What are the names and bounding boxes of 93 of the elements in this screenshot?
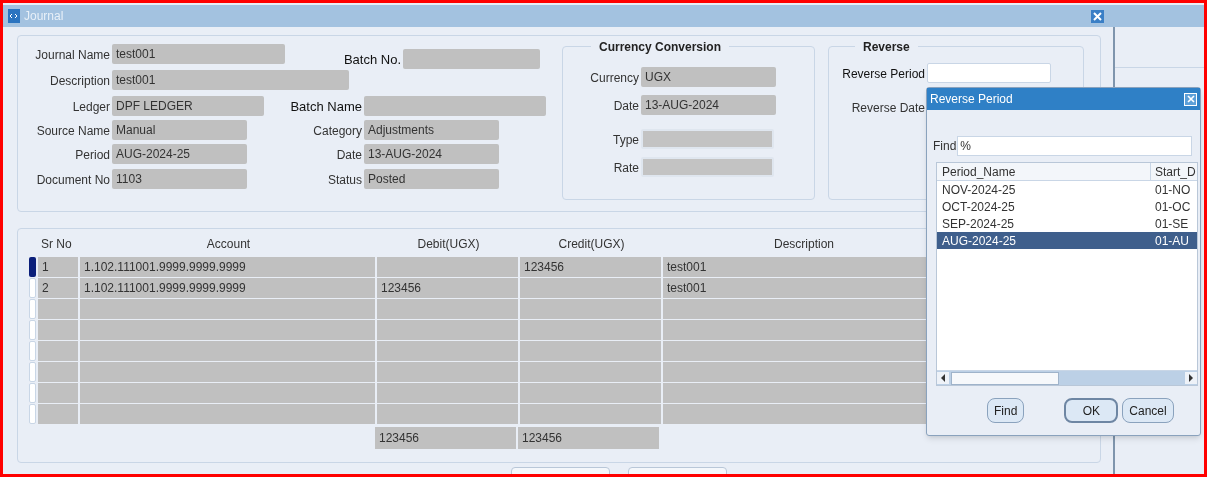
column-header: Debit(UGX) (417, 236, 480, 253)
text-field[interactable]: 13-AUG-2024 (364, 144, 499, 164)
close-button[interactable] (1091, 9, 1104, 23)
list-row[interactable]: SEP-2024-25 01-SE (937, 215, 1197, 232)
list-row[interactable]: AUG-2024-25 01-AU (937, 232, 1197, 249)
table-cell[interactable] (38, 341, 78, 361)
column-header: Description (774, 236, 834, 253)
table-cell[interactable] (80, 320, 375, 340)
scroll-right-icon[interactable] (1185, 372, 1197, 384)
text-field[interactable]: Manual (112, 120, 247, 140)
close-icon (1186, 95, 1195, 103)
scroll-left-icon[interactable] (937, 372, 949, 384)
list-row[interactable]: OCT-2024-25 01-OC (937, 198, 1197, 215)
field-label: Journal Name (35, 47, 110, 64)
column-header: Account (206, 236, 251, 253)
field-label: Source Name (36, 123, 110, 140)
table-cell[interactable] (38, 320, 78, 340)
scroll-thumb[interactable] (951, 371, 1059, 385)
text-field[interactable]: Posted (364, 169, 499, 189)
table-cell[interactable] (520, 341, 661, 361)
table-cell[interactable] (377, 383, 518, 403)
field-label: Period (75, 147, 110, 164)
field-label: Batch Name (290, 97, 362, 116)
text-field[interactable]: test001 (112, 70, 349, 90)
table-cell[interactable] (520, 383, 661, 403)
text-field[interactable]: 13-AUG-2024 (641, 95, 776, 115)
field-label: Ledger (72, 99, 110, 116)
table-cell[interactable] (80, 362, 375, 382)
table-cell[interactable] (38, 404, 78, 424)
field-label: Reverse Date (851, 100, 925, 117)
dialog-title: Reverse Period (930, 91, 1013, 108)
document-icon (7, 9, 21, 23)
table-cell[interactable] (520, 362, 661, 382)
table-cell[interactable]: 123456 (520, 257, 661, 277)
field-label: Description (49, 73, 110, 90)
text-field[interactable]: Adjustments (364, 120, 499, 140)
table-cell[interactable] (520, 278, 661, 298)
table-cell[interactable]: 1 (38, 257, 78, 277)
table-cell[interactable]: 123456 (377, 278, 518, 298)
table-cell[interactable] (80, 383, 375, 403)
table-cell[interactable] (520, 299, 661, 319)
field-label: Batch No. (343, 50, 401, 69)
table-cell[interactable] (38, 299, 78, 319)
window-title: Journal (24, 8, 64, 25)
list-row[interactable]: NOV-2024-25 01-NO (937, 181, 1197, 198)
table-cell[interactable] (377, 299, 518, 319)
table-cell[interactable]: 1.102.111001.9999.9999.9999 (80, 257, 375, 277)
table-cell[interactable] (80, 299, 375, 319)
field-label: Status (327, 172, 362, 189)
field-label: Date (336, 147, 362, 164)
field-label: Document No (36, 172, 110, 189)
column-header: Period_Name (937, 163, 1151, 181)
field-label: Rate (613, 160, 639, 177)
field-label: Find (933, 138, 957, 155)
total-cell: 123456 (518, 427, 659, 449)
table-cell[interactable] (377, 257, 518, 277)
table-cell[interactable] (377, 341, 518, 361)
table-cell[interactable] (377, 320, 518, 340)
table-cell[interactable]: 1.102.111001.9999.9999.9999 (80, 278, 375, 298)
dialog-button[interactable]: Find (987, 398, 1025, 423)
column-header: Sr No (41, 236, 72, 253)
field-label: Date (613, 98, 639, 115)
row-indicator[interactable] (29, 257, 36, 277)
field-label: Currency (590, 70, 639, 87)
field-label: Reverse Period (842, 66, 925, 83)
table-cell[interactable] (520, 404, 661, 424)
text-field[interactable] (927, 63, 1051, 83)
table-cell[interactable] (377, 362, 518, 382)
field-label: Type (613, 132, 639, 149)
column-header: Start_D (1154, 163, 1196, 181)
table-cell[interactable] (80, 404, 375, 424)
close-button[interactable] (1184, 92, 1197, 106)
table-cell[interactable] (38, 362, 78, 382)
text-field[interactable]: test001 (112, 44, 285, 64)
table-cell[interactable] (80, 341, 375, 361)
total-cell: 123456 (375, 427, 516, 449)
dialog-button[interactable]: Cancel (1122, 398, 1174, 423)
text-field[interactable]: AUG-2024-25 (112, 144, 247, 164)
horizontal-scrollbar[interactable] (937, 370, 1197, 385)
field-label: Category (313, 123, 362, 140)
table-cell[interactable] (377, 404, 518, 424)
table-cell[interactable]: 2 (38, 278, 78, 298)
table-cell[interactable] (38, 383, 78, 403)
dialog-button[interactable]: OK (1064, 398, 1119, 423)
text-field[interactable] (364, 96, 546, 116)
text-field[interactable]: 1103 (112, 169, 247, 189)
close-icon (1093, 11, 1102, 21)
column-header: Credit(UGX) (558, 236, 625, 253)
text-field[interactable]: UGX (641, 67, 776, 87)
text-field[interactable]: DPF LEDGER (112, 96, 264, 116)
table-cell[interactable] (520, 320, 661, 340)
text-field[interactable] (403, 49, 540, 69)
find-field[interactable]: % (957, 136, 1193, 156)
